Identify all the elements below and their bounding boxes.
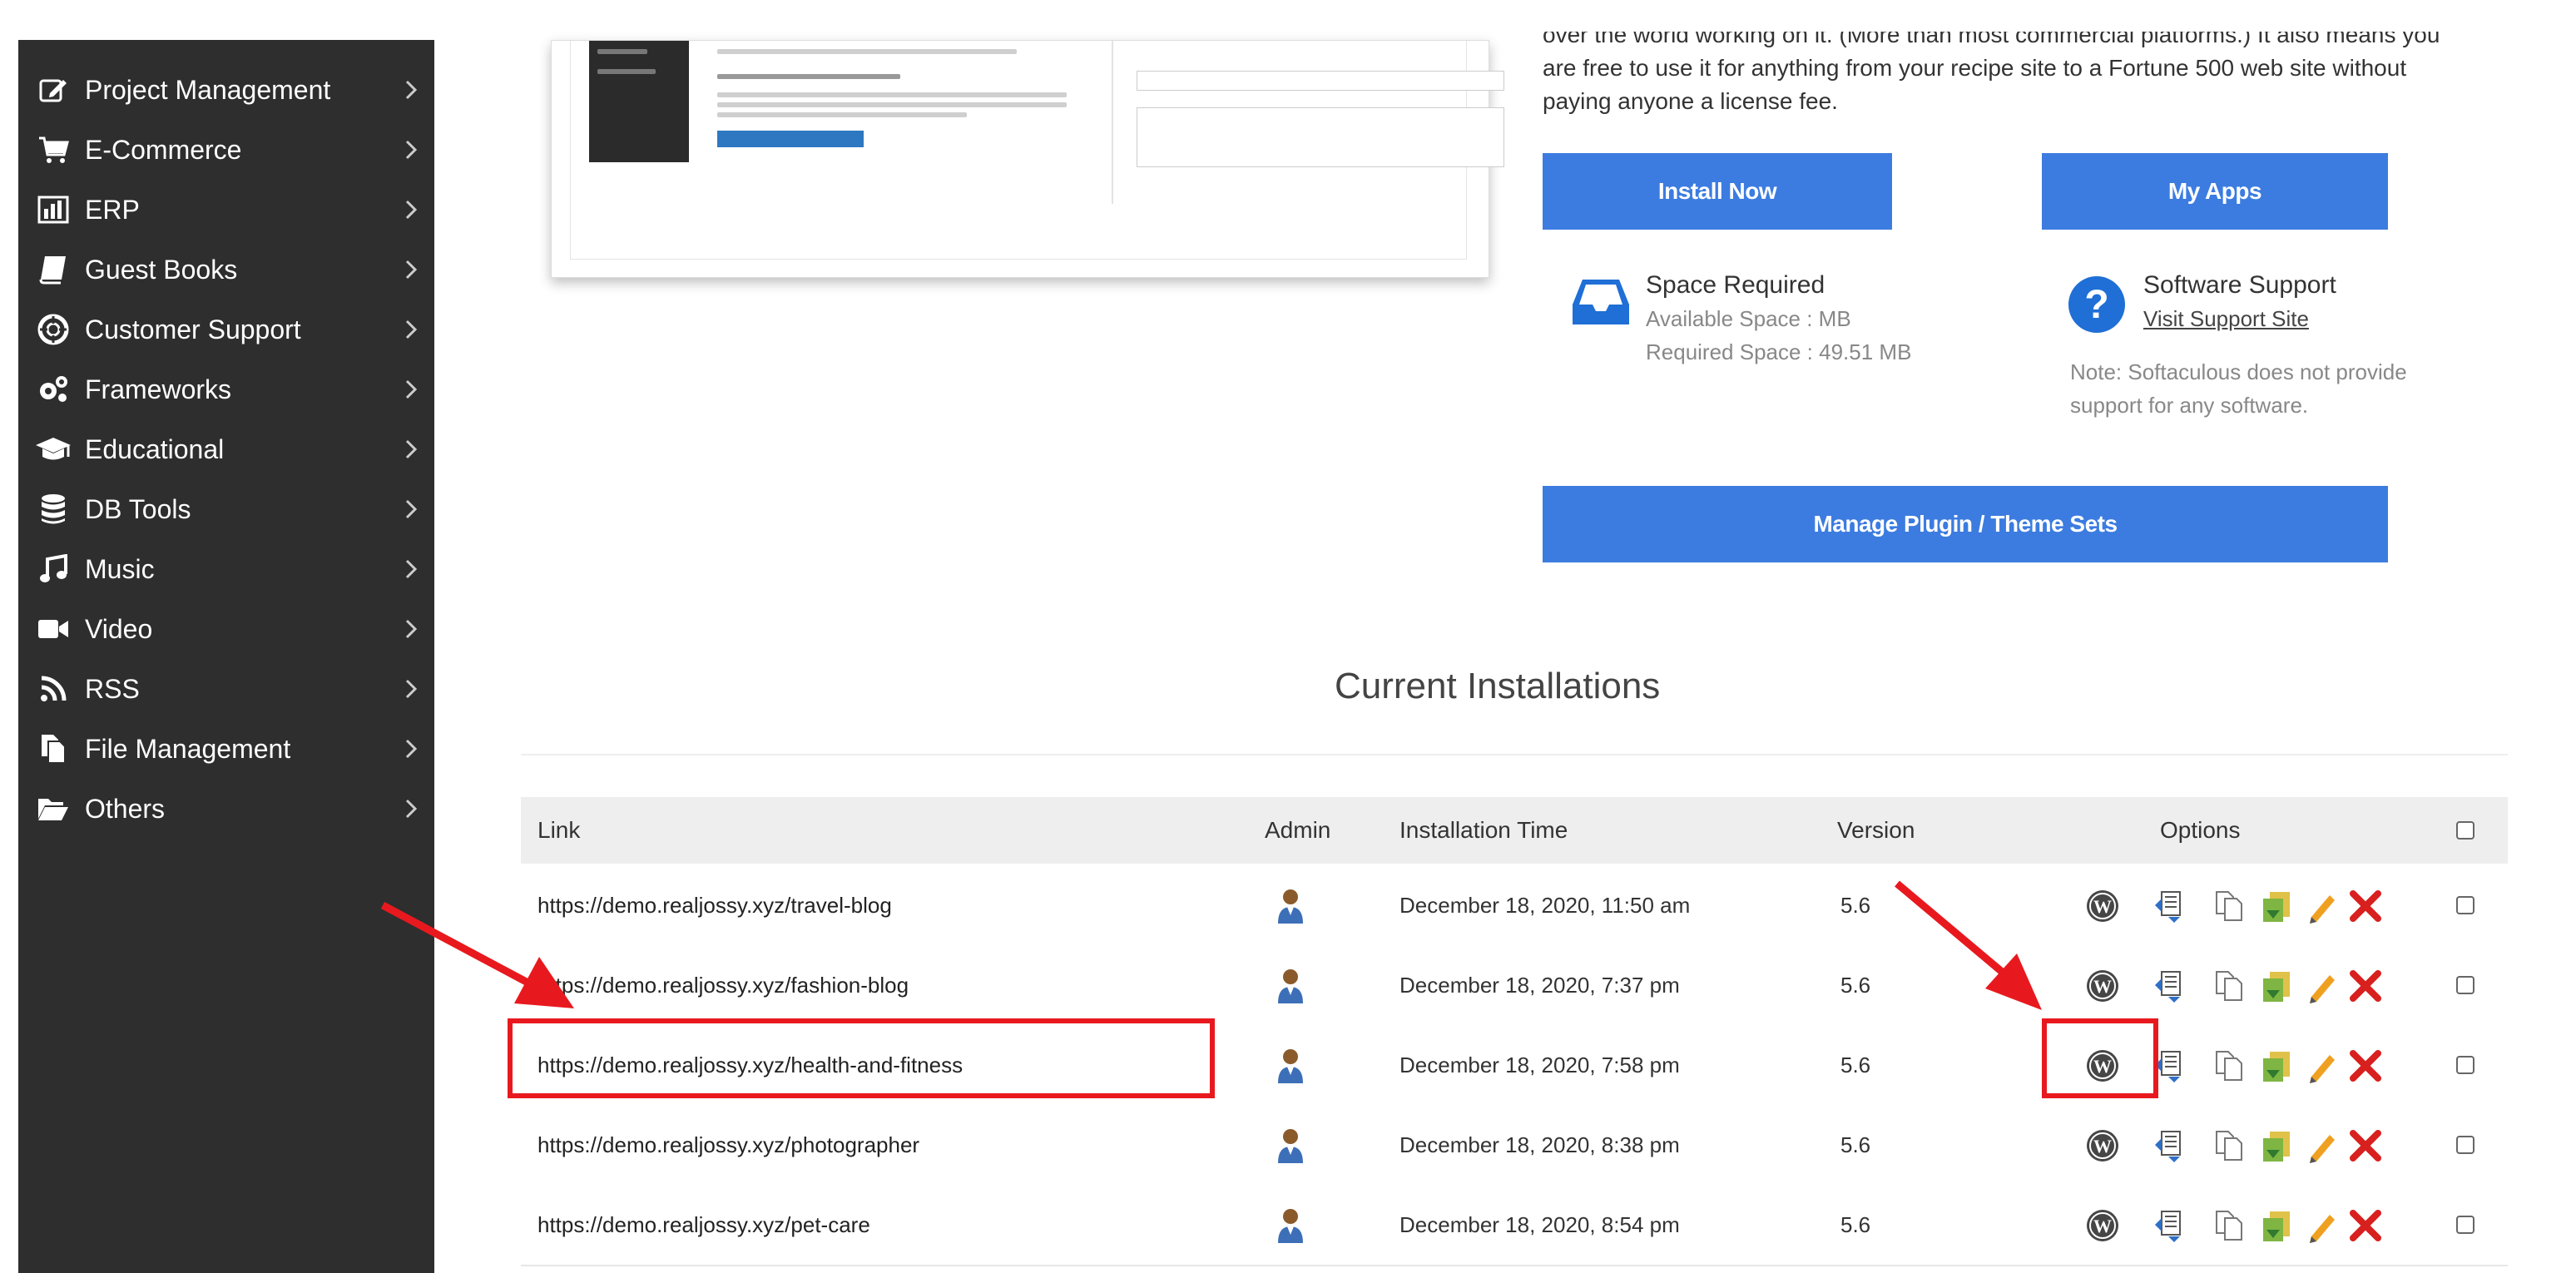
- arrow-to-url: [380, 902, 574, 1008]
- arrow-to-wordpress-icon: [1895, 880, 2042, 1010]
- annotation-arrows: [380, 880, 2042, 1010]
